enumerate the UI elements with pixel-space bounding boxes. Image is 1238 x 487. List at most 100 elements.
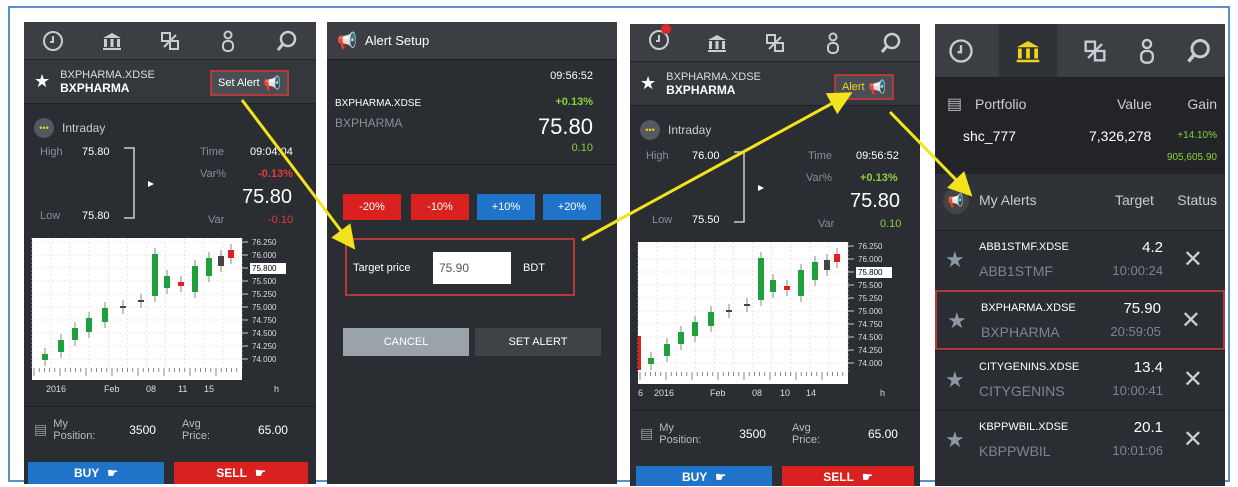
favorite-star-icon[interactable]: ★ [640,73,656,94]
x-tick-label: 2016 [654,388,674,398]
low-value: 75.50 [692,214,720,226]
intraday-chart[interactable]: 76.250 76.000 75.800 75.500 75.250 75.000 74.7… [634,240,920,404]
candle [678,332,684,344]
alert-label: Alert [842,81,865,93]
change-pct: +0.13% [555,96,593,108]
star-icon[interactable]: ★ [945,367,965,393]
avg-price-label: Avg Price: [791,421,821,446]
last-price: 75.80 [850,190,901,212]
search-icon[interactable] [879,31,903,55]
candle [152,254,158,296]
set-alert-button[interactable]: Set Alert 📢 [210,70,290,96]
target-price-input[interactable] [433,252,511,284]
megaphone-icon: 📢 [263,74,282,91]
user-icon[interactable] [216,29,240,53]
alert-row-highlighted[interactable]: ★ BXPHARMA.XDSE BXPHARMA 75.90 20:59:05 … [935,290,1225,350]
varpct-value: -0.13% [258,168,293,180]
screen-alert-setup: 📢 Alert Setup 09:56:52 BXPHARMA.XDSE +0.… [327,22,617,484]
top-nav [24,22,316,60]
delete-alert-icon[interactable]: ✕ [1183,245,1203,274]
set-alert-button[interactable]: SET ALERT [475,328,601,356]
megaphone-icon: 📢 [943,188,969,214]
var-value: 0.10 [880,218,902,230]
clock-icon[interactable] [41,29,65,53]
account-name: shc_777 [963,128,1016,144]
low-label: Low [40,210,61,222]
y-tick-label: 74.750 [858,320,883,329]
alert-target: 75.90 [1123,300,1161,317]
avg-price-value: 65.00 [867,426,898,441]
x-tick-label: Feb [710,388,726,398]
megaphone-icon: 📢 [337,32,357,50]
candle [58,340,64,352]
page-title: Alert Setup [364,33,430,48]
plus-10-button[interactable]: +10% [477,194,535,220]
candle [758,258,764,300]
alert-row[interactable]: ★ CITYGENINS.XDSE CITYGENINS 13.4 10:00:… [935,350,1225,410]
candle [192,266,198,292]
delete-alert-icon[interactable]: ✕ [1183,425,1203,454]
x-tick-label: 10 [780,388,790,398]
candle [42,354,48,360]
alert-name: KBPPWBIL [979,443,1051,459]
position-label: My Position: [659,421,702,446]
user-icon[interactable] [1133,37,1161,65]
cancel-button[interactable]: CANCEL [343,328,469,356]
set-alert-label: Set Alert [218,77,260,89]
tab-portfolio-active[interactable] [999,24,1057,77]
plus-20-button[interactable]: +20% [543,194,601,220]
bank-icon [1016,40,1040,62]
intraday-label: ••• Intraday [640,120,711,140]
alert-button-active[interactable]: Alert 📢 [834,74,895,100]
buy-button[interactable]: BUY ☛ [28,462,164,484]
candle [664,344,670,356]
favorite-star-icon[interactable]: ★ [34,71,50,92]
last-price: 75.80 [537,114,593,139]
time-label: Time [808,150,833,162]
time-value: 09:04:04 [250,146,293,158]
candle [102,308,108,322]
y-tick-label: 75.800 [252,264,277,273]
minus-20-button[interactable]: -20% [343,194,401,220]
high-label: High [40,146,63,158]
sell-button[interactable]: SELL ☛ [174,462,308,484]
intraday-label: ••• Intraday [34,118,105,138]
intraday-chart[interactable]: 76.250 76.000 75.800 75.500 75.250 75.000 74.7… [28,236,314,400]
transfer-icon[interactable] [158,29,182,53]
range-bracket [734,151,764,223]
alert-row[interactable]: ★ ABB1STMF.XDSE ABB1STMF 4.2 10:00:24 ✕ [935,230,1225,290]
clock-icon[interactable] [947,37,975,65]
alert-row[interactable]: ★ KBPPWBIL.XDSE KBPPWBIL 20.1 10:01:06 ✕ [935,410,1225,470]
var-label: Var [208,214,225,226]
alert-target: 4.2 [1142,239,1163,256]
y-tick-label: 74.500 [858,333,883,342]
search-icon[interactable] [1185,37,1213,65]
delete-alert-icon[interactable]: ✕ [1183,365,1203,394]
search-icon[interactable] [275,29,299,53]
star-icon[interactable]: ★ [945,427,965,453]
transfer-icon[interactable] [1081,37,1109,65]
y-tick-label: 75.000 [858,307,883,316]
portfolio-summary[interactable]: ▤ Portfolio Value Gain shc_777 7,326,278… [935,78,1225,174]
target-price-label: Target price [353,262,411,274]
user-icon[interactable] [821,31,845,55]
sell-button[interactable]: SELL ☛ [782,466,914,486]
minus-10-button[interactable]: -10% [411,194,469,220]
y-tick-label: 75.250 [858,294,883,303]
portfolio-icon: ▤ [640,425,654,441]
bank-icon[interactable] [100,29,124,53]
candle [72,328,78,340]
x-tick-label: 08 [146,384,156,394]
transfer-icon[interactable] [763,31,787,55]
star-icon[interactable]: ★ [945,247,965,273]
y-tick-label: 75.800 [858,268,883,277]
clock-icon[interactable] [647,24,671,57]
high-label: High [646,150,669,162]
star-icon[interactable]: ★ [947,308,967,334]
buy-button[interactable]: BUY ☛ [636,466,772,486]
candle [120,306,126,308]
bank-icon[interactable] [705,31,729,55]
x-tick-label: 11 [178,384,187,394]
gain-pct: +14.10% [1177,130,1217,141]
delete-alert-icon[interactable]: ✕ [1181,306,1201,335]
